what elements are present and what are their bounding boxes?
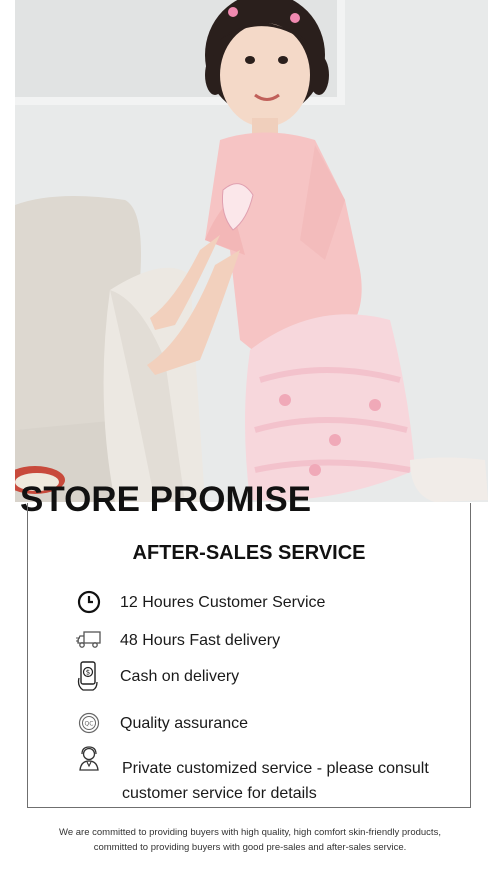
service-item-label: Cash on delivery <box>120 667 240 685</box>
after-sales-card: AFTER-SALES SERVICE 12 Houres Customer S… <box>27 503 471 808</box>
service-item-cash-on-delivery: $ Cash on delivery <box>76 661 240 691</box>
agent-icon <box>76 746 102 772</box>
service-item-label: 12 Houres Customer Service <box>120 593 326 611</box>
service-item-label: 48 Hours Fast delivery <box>120 631 281 649</box>
service-item-label: Quality assurance <box>120 714 249 732</box>
service-item-quality-assurance: QC Quality assurance <box>76 710 248 736</box>
hero-photo <box>15 0 488 502</box>
service-item-fast-delivery: 48 Hours Fast delivery <box>76 627 280 653</box>
commitment-note: We are committed to providing buyers wit… <box>0 825 500 855</box>
svg-text:$: $ <box>86 669 90 677</box>
clock-icon <box>76 589 102 615</box>
truck-icon <box>76 627 102 653</box>
service-item-label: Private customized service - please cons… <box>122 760 429 802</box>
after-sales-title: AFTER-SALES SERVICE <box>132 542 366 564</box>
cash-phone-icon: $ <box>76 661 102 691</box>
service-item-private-service: Private customized service - please cons… <box>76 746 440 806</box>
svg-text:QC: QC <box>85 721 94 728</box>
service-item-customer-service: 12 Houres Customer Service <box>76 589 325 615</box>
quality-badge-icon: QC <box>76 710 102 736</box>
commitment-line-2: committed to providing buyers with good … <box>93 842 407 853</box>
commitment-line-1: We are committed to providing buyers wit… <box>59 827 441 838</box>
